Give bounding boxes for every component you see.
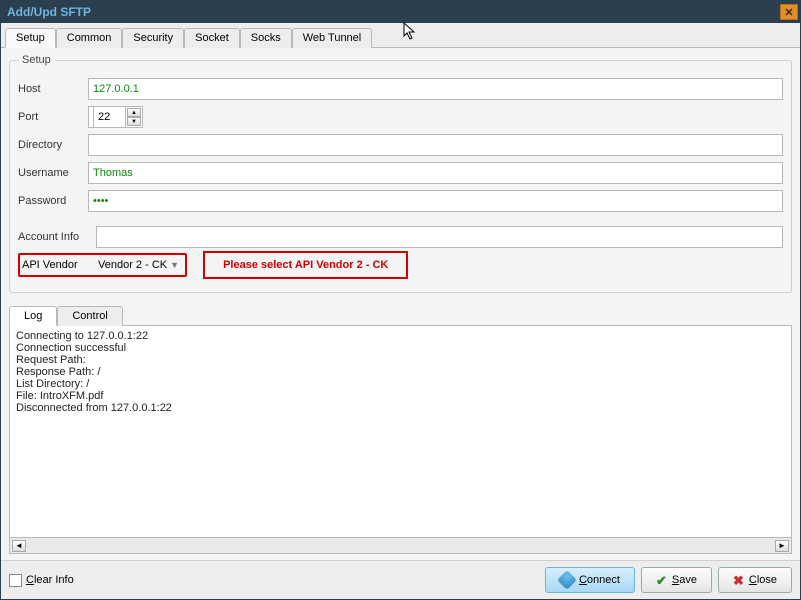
footer-bar: Clear Info Connect ✔ Save ✖ Close bbox=[1, 560, 800, 599]
chevron-down-icon: ▼ bbox=[170, 260, 179, 270]
directory-label: Directory bbox=[18, 139, 88, 151]
connect-icon bbox=[557, 570, 577, 590]
titlebar: Add/Upd SFTP ✕ bbox=[1, 1, 800, 23]
port-input[interactable] bbox=[93, 106, 126, 128]
check-icon: ✔ bbox=[656, 574, 667, 587]
tab-security[interactable]: Security bbox=[122, 28, 184, 48]
port-up-button[interactable]: ▲ bbox=[127, 108, 141, 117]
tab-socks[interactable]: Socks bbox=[240, 28, 292, 48]
api-vendor-select[interactable]: Vendor 2 - CK ▼ bbox=[98, 259, 179, 271]
close-icon: ✖ bbox=[733, 574, 744, 587]
subtab-control[interactable]: Control bbox=[57, 306, 122, 326]
close-button[interactable]: ✖ Close bbox=[718, 567, 792, 593]
api-vendor-label: API Vendor bbox=[20, 259, 98, 271]
username-label: Username bbox=[18, 167, 88, 179]
log-textarea[interactable]: Connecting to 127.0.0.1:22 Connection su… bbox=[9, 325, 792, 538]
log-tabstrip: Log Control bbox=[9, 305, 792, 325]
tab-webtunnel[interactable]: Web Tunnel bbox=[292, 28, 373, 48]
account-info-label: Account Info bbox=[18, 231, 96, 243]
api-vendor-hint: Please select API Vendor 2 - CK bbox=[203, 251, 408, 279]
host-input[interactable] bbox=[88, 78, 783, 100]
username-input[interactable] bbox=[88, 162, 783, 184]
setup-group: Setup Host Port ▲ ▼ Directory bbox=[9, 54, 792, 293]
tab-setup[interactable]: Setup bbox=[5, 28, 56, 48]
port-spinner[interactable]: ▲ ▼ bbox=[88, 106, 143, 128]
main-tabstrip: Setup Common Security Socket Socks Web T… bbox=[1, 23, 800, 48]
host-label: Host bbox=[18, 83, 88, 95]
account-info-input[interactable] bbox=[96, 226, 783, 248]
directory-input[interactable] bbox=[88, 134, 783, 156]
port-down-button[interactable]: ▼ bbox=[127, 117, 141, 126]
setup-legend: Setup bbox=[18, 54, 55, 66]
scroll-left-button[interactable]: ◄ bbox=[12, 540, 26, 552]
window-close-button[interactable]: ✕ bbox=[780, 4, 798, 20]
tab-socket[interactable]: Socket bbox=[184, 28, 240, 48]
tab-common[interactable]: Common bbox=[56, 28, 123, 48]
api-vendor-value: Vendor 2 - CK bbox=[98, 259, 167, 271]
clear-info-checkbox[interactable] bbox=[9, 574, 22, 587]
port-label: Port bbox=[18, 111, 88, 123]
save-button[interactable]: ✔ Save bbox=[641, 567, 712, 593]
close-icon: ✕ bbox=[784, 6, 793, 19]
scroll-right-button[interactable]: ► bbox=[775, 540, 789, 552]
window-title: Add/Upd SFTP bbox=[7, 5, 91, 19]
password-input[interactable] bbox=[88, 190, 783, 212]
log-horizontal-scrollbar[interactable]: ◄ ► bbox=[9, 538, 792, 554]
connect-button[interactable]: Connect bbox=[545, 567, 635, 593]
subtab-log[interactable]: Log bbox=[9, 306, 57, 326]
password-label: Password bbox=[18, 195, 88, 207]
clear-info-label[interactable]: Clear Info bbox=[26, 574, 74, 586]
